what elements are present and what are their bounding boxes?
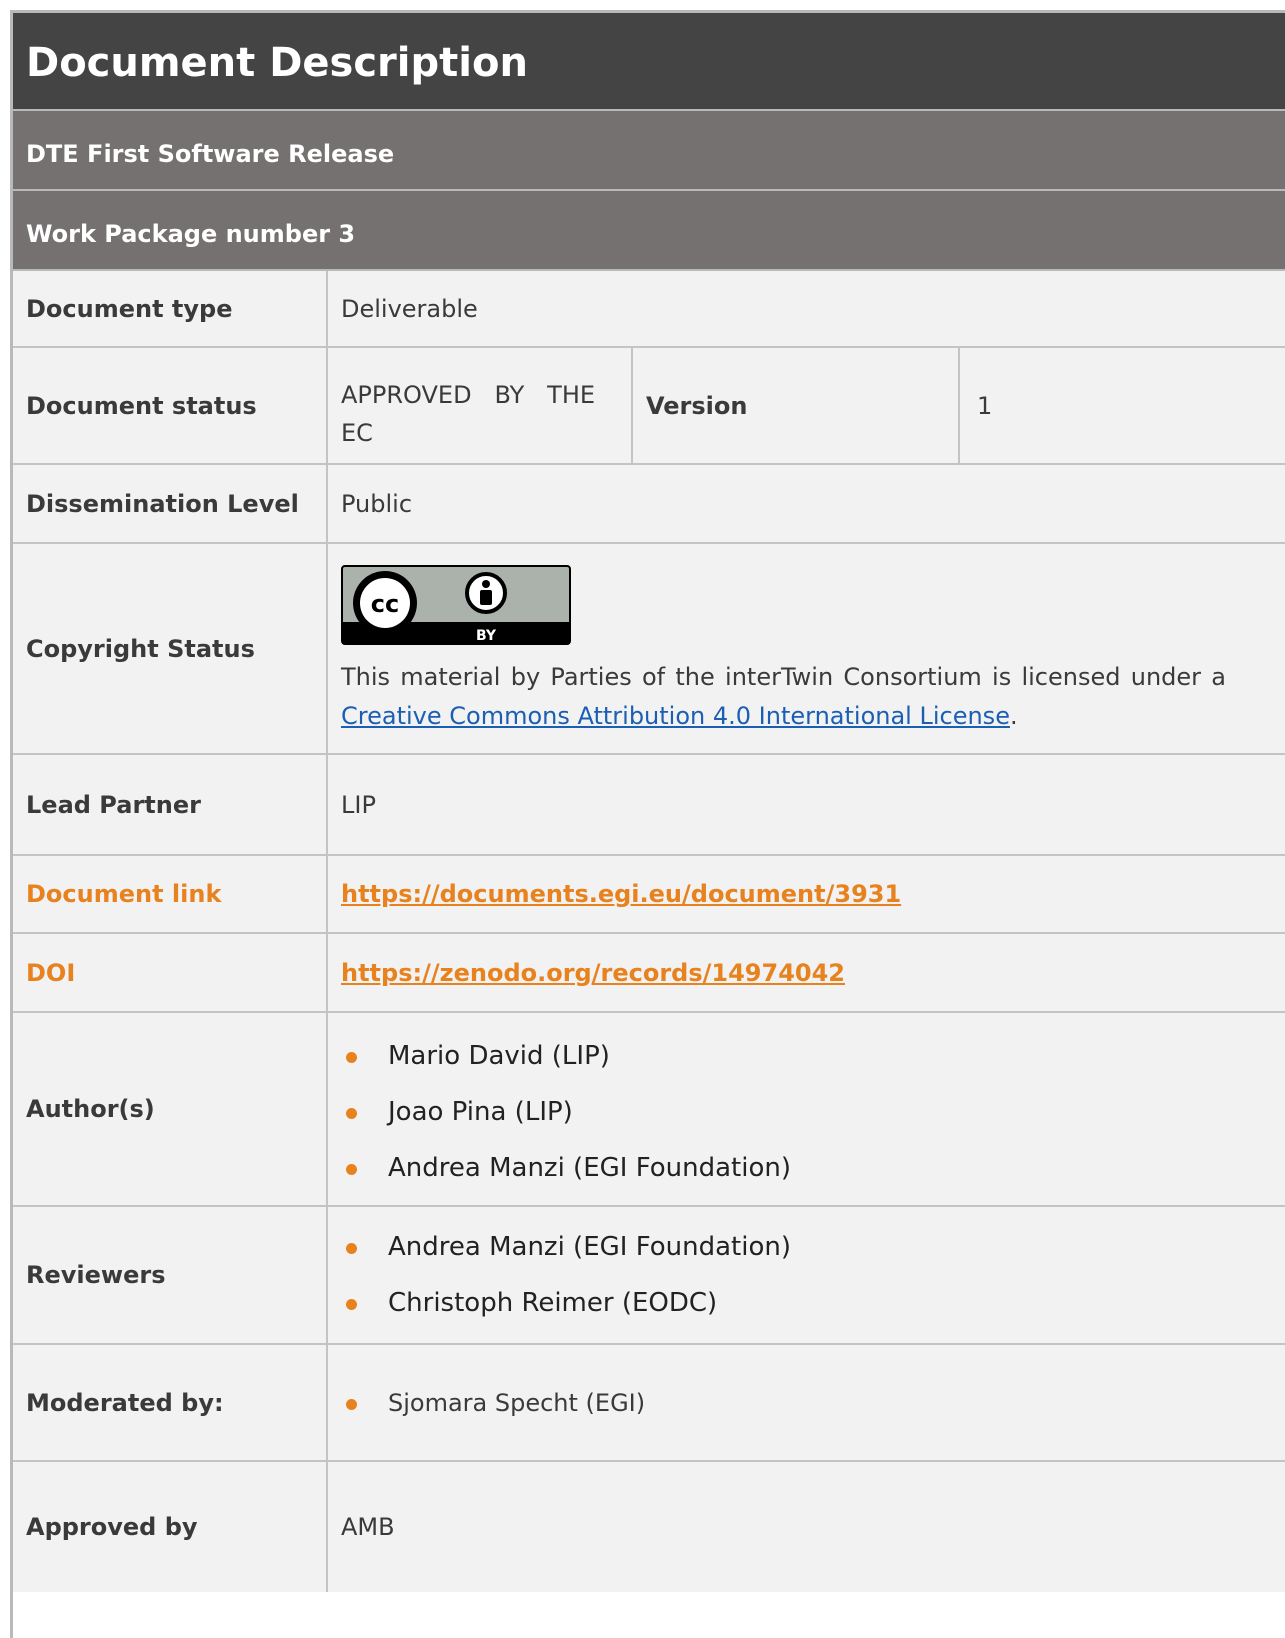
reviewers-list: Andrea Manzi (EGI Foundation) Christoph …	[343, 1219, 791, 1331]
lead-partner-label: Lead Partner	[26, 790, 201, 819]
document-status-value: APPROVED BY THE EC	[341, 376, 595, 452]
work-package-band: Work Package number 3	[13, 191, 1285, 271]
version-label-cell: Version	[633, 348, 960, 463]
approved-by-label: Approved by	[26, 1513, 198, 1541]
row-document-type: Document type Deliverable	[13, 271, 1285, 348]
row-doi: DOI https://zenodo.org/records/14974042	[13, 934, 1285, 1013]
page-title: Document Description	[26, 40, 528, 86]
moderated-by-label: Moderated by:	[26, 1388, 224, 1417]
version-value-cell: 1	[960, 348, 1285, 463]
author-name: Andrea Manzi (EGI Foundation)	[388, 1153, 791, 1183]
status-line-2: EC	[341, 419, 373, 447]
value-cell: Mario David (LIP) Joao Pina (LIP) Andrea…	[328, 1013, 1285, 1205]
label-cell: Reviewers	[13, 1207, 328, 1343]
label-cell: Document type	[13, 271, 328, 346]
value-cell: cc BY This material by Parties of the in…	[328, 544, 1285, 753]
row-copyright-status: Copyright Status cc BY This material by …	[13, 544, 1285, 755]
list-item: Andrea Manzi (EGI Foundation)	[343, 1219, 791, 1275]
label-cell: Document link	[13, 856, 328, 932]
author-name: Mario David (LIP)	[388, 1041, 610, 1071]
license-statement: This material by Parties of the interTwi…	[341, 658, 1226, 736]
version-label: Version	[646, 391, 748, 420]
value-cell: Andrea Manzi (EGI Foundation) Christoph …	[328, 1207, 1285, 1343]
row-lead-partner: Lead Partner LIP	[13, 755, 1285, 856]
value-cell: https://documents.egi.eu/document/3931	[328, 856, 1285, 932]
document-type-label: Document type	[26, 294, 233, 323]
moderator-name: Sjomara Specht (EGI)	[388, 1389, 646, 1417]
approved-by-value: AMB	[341, 1513, 395, 1541]
version-value: 1	[977, 391, 993, 420]
value-cell: LIP	[328, 755, 1285, 854]
subtitle-band: DTE First Software Release	[13, 111, 1285, 191]
license-link[interactable]: Creative Commons Attribution 4.0 Interna…	[341, 702, 1010, 730]
document-status-label: Document status	[26, 391, 257, 420]
row-moderated-by: Moderated by: Sjomara Specht (EGI)	[13, 1345, 1285, 1462]
svg-text:BY: BY	[476, 628, 497, 644]
row-document-link: Document link https://documents.egi.eu/d…	[13, 856, 1285, 934]
value-cell: https://zenodo.org/records/14974042	[328, 934, 1285, 1011]
bullet-icon	[346, 1164, 357, 1175]
reviewers-label: Reviewers	[26, 1261, 166, 1289]
dissemination-label: Dissemination Level	[26, 489, 299, 518]
license-end: .	[1009, 702, 1018, 730]
doi-link[interactable]: https://zenodo.org/records/14974042	[341, 959, 845, 987]
list-item: Sjomara Specht (EGI)	[343, 1375, 645, 1431]
document-link[interactable]: https://documents.egi.eu/document/3931	[341, 880, 901, 908]
row-reviewers: Reviewers Andrea Manzi (EGI Foundation) …	[13, 1207, 1285, 1345]
copyright-label: Copyright Status	[26, 634, 255, 663]
value-cell: Public	[328, 465, 1285, 542]
moderators-list: Sjomara Specht (EGI)	[343, 1375, 645, 1431]
document-type-value: Deliverable	[341, 294, 478, 323]
bullet-icon	[346, 1399, 357, 1410]
reviewer-name: Andrea Manzi (EGI Foundation)	[388, 1232, 791, 1262]
row-dissemination-level: Dissemination Level Public	[13, 465, 1285, 544]
label-cell: Approved by	[13, 1462, 328, 1592]
authors-label: Author(s)	[26, 1095, 155, 1123]
author-name: Joao Pina (LIP)	[388, 1097, 573, 1127]
label-cell: Author(s)	[13, 1013, 328, 1205]
status-line-1: APPROVED BY THE	[341, 381, 596, 409]
label-cell: Copyright Status	[13, 544, 328, 753]
bullet-icon	[346, 1243, 357, 1254]
list-item: Andrea Manzi (EGI Foundation)	[343, 1140, 791, 1196]
value-cell: Sjomara Specht (EGI)	[328, 1345, 1285, 1460]
title-band: Document Description	[13, 13, 1285, 111]
document-subtitle: DTE First Software Release	[26, 140, 395, 168]
document-description-table: Document Description DTE First Software …	[10, 10, 1285, 1638]
doi-label: DOI	[26, 958, 76, 987]
authors-list: Mario David (LIP) Joao Pina (LIP) Andrea…	[343, 1028, 791, 1196]
status-value-cell: APPROVED BY THE EC	[328, 348, 633, 463]
license-text: This material by Parties of the interTwi…	[341, 663, 1226, 691]
value-cell: AMB	[328, 1462, 1285, 1592]
bullet-icon	[346, 1299, 357, 1310]
row-approved-by: Approved by AMB	[13, 1462, 1285, 1638]
svg-text:cc: cc	[371, 590, 399, 618]
document-link-label: Document link	[26, 880, 222, 908]
value-cell: Deliverable	[328, 271, 1285, 346]
cc-by-license-badge: cc BY	[341, 565, 571, 645]
reviewer-name: Christoph Reimer (EODC)	[388, 1288, 718, 1318]
dissemination-value: Public	[341, 489, 413, 518]
list-item: Christoph Reimer (EODC)	[343, 1275, 791, 1331]
work-package-label: Work Package number 3	[26, 220, 356, 248]
label-cell: Lead Partner	[13, 755, 328, 854]
row-document-status: Document status APPROVED BY THE EC Versio…	[13, 348, 1285, 465]
bullet-icon	[346, 1108, 357, 1119]
label-cell: DOI	[13, 934, 328, 1011]
list-item: Mario David (LIP)	[343, 1028, 791, 1084]
label-cell: Dissemination Level	[13, 465, 328, 542]
row-authors: Author(s) Mario David (LIP) Joao Pina (L…	[13, 1013, 1285, 1207]
label-cell: Document status	[13, 348, 328, 463]
list-item: Joao Pina (LIP)	[343, 1084, 791, 1140]
lead-partner-value: LIP	[341, 790, 376, 819]
bullet-icon	[346, 1052, 357, 1063]
label-cell: Moderated by:	[13, 1345, 328, 1460]
